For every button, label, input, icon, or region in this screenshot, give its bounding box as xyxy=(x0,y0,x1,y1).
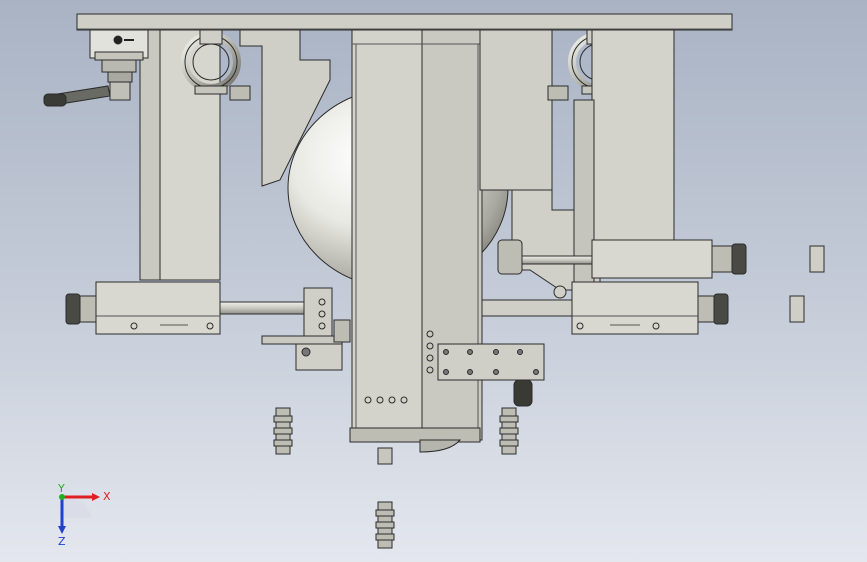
right-vertical-column[interactable] xyxy=(591,29,675,241)
coordinate-triad-icon: X Y Z xyxy=(57,482,111,548)
lower-left-cylinder[interactable] xyxy=(95,281,221,335)
triad-y-label: Y xyxy=(57,482,65,495)
cad-viewport[interactable]: X Y Z xyxy=(0,0,867,562)
loose-block-upper[interactable] xyxy=(809,245,825,273)
triad-z-label: Z xyxy=(58,535,66,548)
loose-block-lower[interactable] xyxy=(789,295,805,323)
central-column-left[interactable] xyxy=(351,29,423,441)
spring-fitting-bottom[interactable] xyxy=(375,501,395,549)
side-mounting-plate[interactable] xyxy=(437,343,545,381)
lower-right-cylinder[interactable] xyxy=(571,281,699,335)
spring-fitting-right[interactable] xyxy=(499,407,519,455)
spring-fitting-left[interactable] xyxy=(273,407,293,455)
right-frame-plate[interactable] xyxy=(479,29,553,191)
top-mounting-plate[interactable] xyxy=(76,13,733,31)
small-dark-fitting xyxy=(513,379,533,407)
triad-x-label: X xyxy=(103,490,111,503)
handle-lever-icon[interactable] xyxy=(43,85,111,107)
upper-right-cylinder[interactable] xyxy=(591,239,713,279)
left-clamp-bracket[interactable] xyxy=(303,287,333,343)
